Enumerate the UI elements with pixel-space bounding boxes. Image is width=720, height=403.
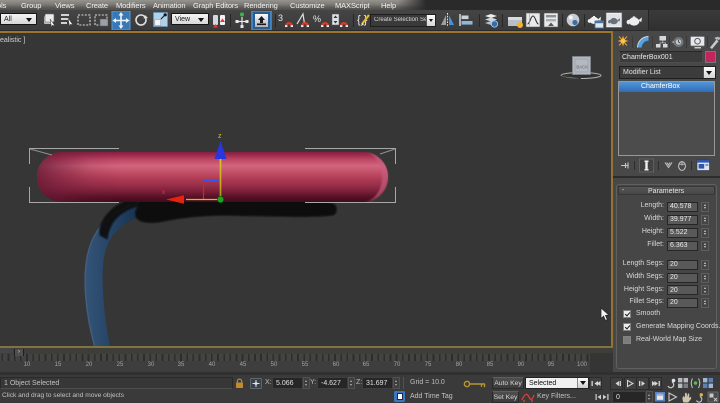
svg-text:x: x	[162, 190, 165, 196]
svg-text:z: z	[218, 133, 222, 140]
svg-text:%: %	[313, 14, 321, 24]
svg-text:3: 3	[278, 13, 283, 23]
svg-text:BACK: BACK	[576, 65, 588, 70]
